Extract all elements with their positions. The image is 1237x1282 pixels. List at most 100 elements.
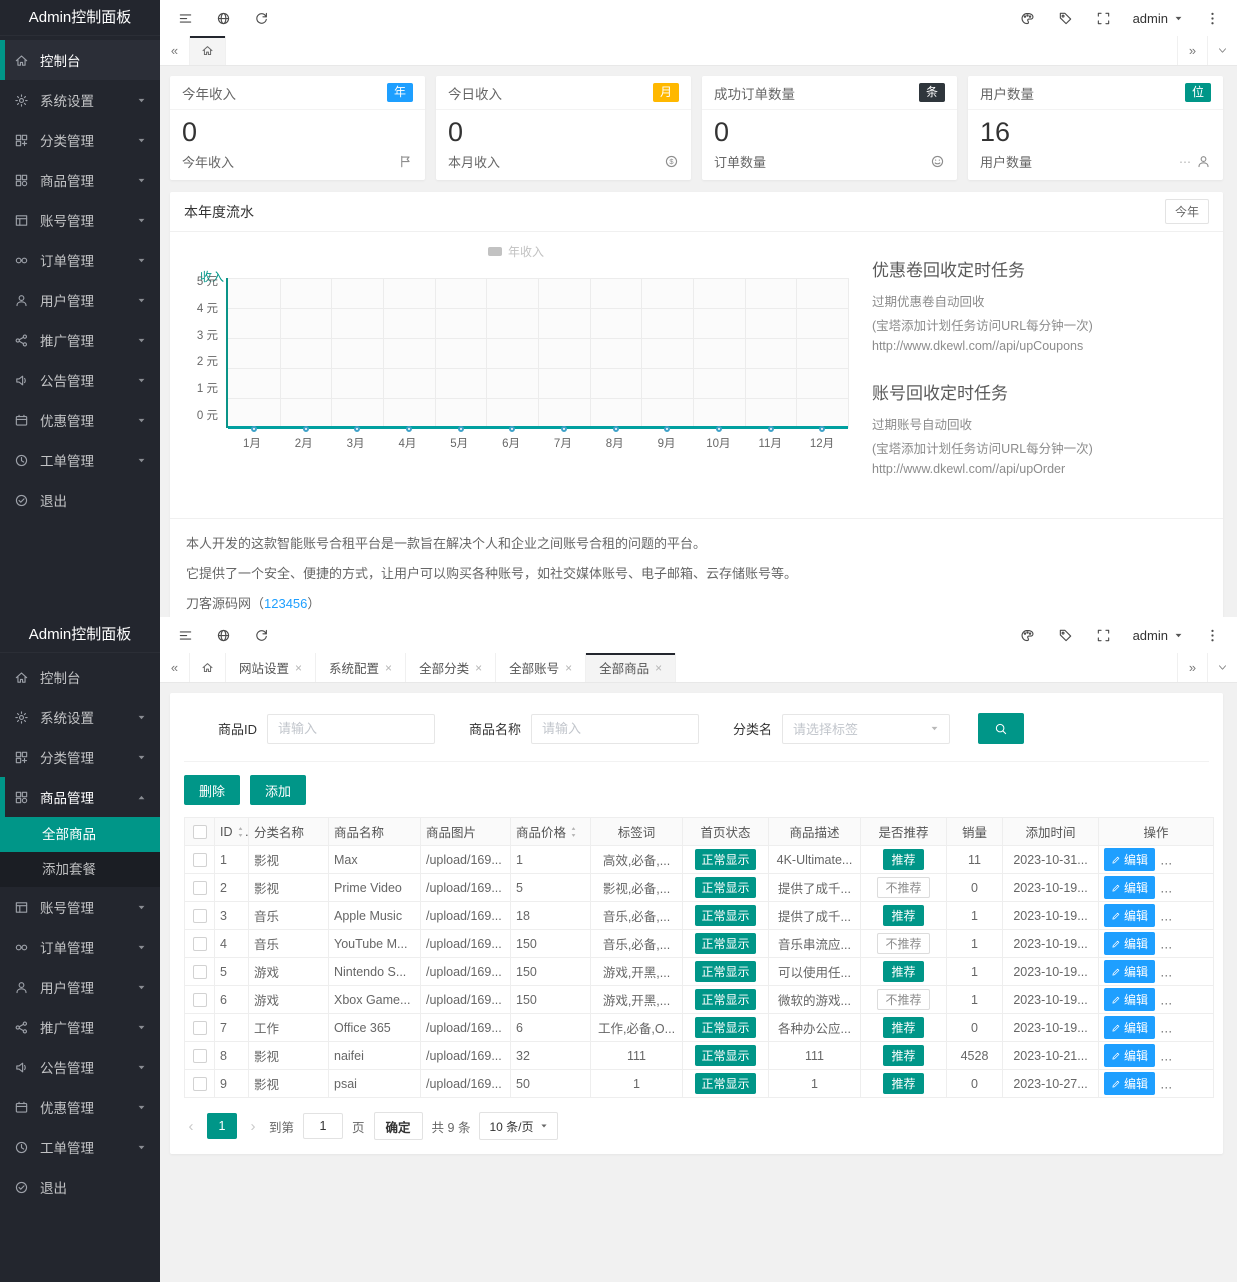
tabs-menu-button[interactable]	[1207, 36, 1237, 65]
edit-button[interactable]: 编辑	[1104, 848, 1155, 871]
refresh-button[interactable]	[242, 0, 280, 36]
sidebar-item-announcement-management[interactable]: 公告管理	[0, 1047, 160, 1087]
data-point[interactable]	[458, 426, 464, 432]
close-icon[interactable]: ×	[655, 662, 662, 674]
row-checkbox[interactable]	[193, 1021, 207, 1035]
sidebar-item-promotion-management[interactable]: 推广管理	[0, 1007, 160, 1047]
tabs-scroll-left[interactable]: «	[160, 653, 190, 682]
add-button[interactable]: 添加	[250, 775, 306, 805]
page-size-select[interactable]: 10 条/页	[479, 1112, 558, 1140]
page-number-current[interactable]: 1	[207, 1113, 237, 1139]
row-checkbox[interactable]	[193, 909, 207, 923]
more-button[interactable]	[1193, 617, 1231, 653]
tab-home[interactable]	[190, 653, 226, 682]
refresh-button[interactable]	[242, 617, 280, 653]
row-checkbox[interactable]	[193, 853, 207, 867]
user-menu[interactable]: admin	[1123, 0, 1193, 36]
globe-button[interactable]	[204, 617, 242, 653]
sidebar-item-promotion-management[interactable]: 推广管理	[0, 320, 160, 360]
tab-system-config[interactable]: 系统配置×	[316, 653, 406, 682]
tab-home[interactable]	[190, 36, 226, 65]
data-point[interactable]	[251, 426, 257, 432]
tab-all-categories[interactable]: 全部分类×	[406, 653, 496, 682]
edit-button[interactable]: 编辑	[1104, 1072, 1155, 1095]
edit-button[interactable]: 编辑	[1104, 988, 1155, 1011]
sidebar-item-system-settings[interactable]: 系统设置	[0, 697, 160, 737]
column-header-id[interactable]: ID	[215, 818, 249, 846]
next-page-icon[interactable]: ›	[246, 1118, 260, 1135]
close-icon[interactable]: ×	[295, 662, 302, 674]
submenu-item-all-products[interactable]: 全部商品	[0, 817, 160, 852]
tab-all-accounts[interactable]: 全部账号×	[496, 653, 586, 682]
close-icon[interactable]: ×	[475, 662, 482, 674]
palette-button[interactable]	[1009, 0, 1047, 36]
row-checkbox[interactable]	[193, 881, 207, 895]
edit-button[interactable]: 编辑	[1104, 932, 1155, 955]
sidebar-item-system-settings[interactable]: 系统设置	[0, 80, 160, 120]
data-point[interactable]	[303, 426, 309, 432]
sidebar-item-order-management[interactable]: 订单管理	[0, 927, 160, 967]
fullscreen-button[interactable]	[1085, 0, 1123, 36]
close-icon[interactable]: ×	[385, 662, 392, 674]
goto-page-input[interactable]	[303, 1113, 343, 1139]
chart-legend[interactable]: 年收入	[184, 240, 848, 262]
palette-button[interactable]	[1009, 617, 1047, 653]
tab-site-settings[interactable]: 网站设置×	[226, 653, 316, 682]
sidebar-item-product-management[interactable]: 商品管理	[0, 160, 160, 200]
sidebar-item-ticket-management[interactable]: 工单管理	[0, 440, 160, 480]
data-point[interactable]	[354, 426, 360, 432]
row-checkbox[interactable]	[193, 965, 207, 979]
row-checkbox[interactable]	[193, 1077, 207, 1091]
sidebar-item-ticket-management[interactable]: 工单管理	[0, 1127, 160, 1167]
sidebar-item-category-management[interactable]: 分类管理	[0, 737, 160, 777]
data-point[interactable]	[509, 426, 515, 432]
sidebar-item-account-management[interactable]: 账号管理	[0, 200, 160, 240]
row-checkbox[interactable]	[193, 993, 207, 1007]
sidebar-item-user-management[interactable]: 用户管理	[0, 280, 160, 320]
data-point[interactable]	[819, 426, 825, 432]
sidebar-item-user-management[interactable]: 用户管理	[0, 967, 160, 1007]
row-checkbox[interactable]	[193, 937, 207, 951]
edit-button[interactable]: 编辑	[1104, 904, 1155, 927]
sidebar-item-product-management[interactable]: 商品管理	[0, 777, 160, 817]
menu-button[interactable]	[166, 617, 204, 653]
sidebar-item-console[interactable]: 控制台	[0, 40, 160, 80]
data-point[interactable]	[716, 426, 722, 432]
tabs-menu-button[interactable]	[1207, 653, 1237, 682]
tabs-scroll-left[interactable]: «	[160, 36, 190, 65]
edit-button[interactable]: 编辑	[1104, 960, 1155, 983]
product-name-input[interactable]	[531, 714, 699, 744]
sidebar-item-account-management[interactable]: 账号管理	[0, 887, 160, 927]
sidebar-item-coupon-management[interactable]: 优惠管理	[0, 1087, 160, 1127]
search-button[interactable]	[978, 713, 1024, 744]
more-button[interactable]	[1193, 0, 1231, 36]
tag-button[interactable]	[1047, 0, 1085, 36]
product-id-input[interactable]	[267, 714, 435, 744]
prev-page-icon[interactable]: ‹	[184, 1118, 198, 1135]
submenu-item-add-package[interactable]: 添加套餐	[0, 852, 160, 887]
edit-button[interactable]: 编辑	[1104, 1044, 1155, 1067]
sidebar-item-logout[interactable]: 退出	[0, 1167, 160, 1207]
tag-button[interactable]	[1047, 617, 1085, 653]
data-point[interactable]	[613, 426, 619, 432]
select-all-checkbox[interactable]	[193, 825, 207, 839]
edit-button[interactable]: 编辑	[1104, 876, 1155, 899]
sidebar-item-order-management[interactable]: 订单管理	[0, 240, 160, 280]
tabs-scroll-right[interactable]: »	[1177, 653, 1207, 682]
fullscreen-button[interactable]	[1085, 617, 1123, 653]
sidebar-item-logout[interactable]: 退出	[0, 480, 160, 520]
sidebar-item-announcement-management[interactable]: 公告管理	[0, 360, 160, 400]
range-this-year-button[interactable]: 今年	[1165, 199, 1209, 224]
sidebar-item-console[interactable]: 控制台	[0, 657, 160, 697]
data-point[interactable]	[561, 426, 567, 432]
row-checkbox[interactable]	[193, 1049, 207, 1063]
data-point[interactable]	[406, 426, 412, 432]
data-point[interactable]	[664, 426, 670, 432]
tabs-scroll-right[interactable]: »	[1177, 36, 1207, 65]
tab-all-products[interactable]: 全部商品×	[586, 653, 676, 682]
menu-button[interactable]	[166, 0, 204, 36]
data-point[interactable]	[768, 426, 774, 432]
sidebar-item-coupon-management[interactable]: 优惠管理	[0, 400, 160, 440]
close-icon[interactable]: ×	[565, 662, 572, 674]
credit-link[interactable]: 123456	[264, 596, 307, 611]
